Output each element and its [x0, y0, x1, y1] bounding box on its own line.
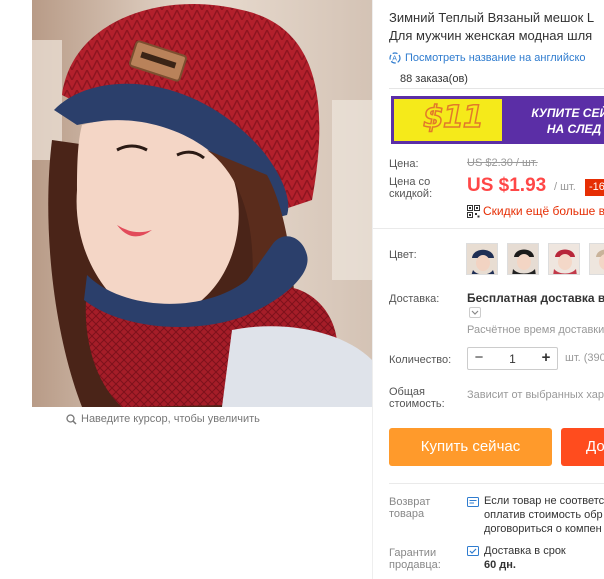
color-swatch-beige-image [590, 244, 604, 274]
buy-now-button[interactable]: Купить сейчас [389, 428, 552, 466]
promo-banner[interactable]: $11 КУПИТЕ СЕЙЧ НА СЛЕД [391, 96, 604, 144]
seller-guarantees-text-line2: 60 дн. [484, 559, 516, 571]
discount-price-label-line2: скидкой: [389, 188, 433, 200]
stock-available: шт. (390 [565, 352, 604, 364]
zoom-hint: Наведите курсор, чтобы увеличить [66, 413, 260, 425]
original-price: US $2.30 / шт. [467, 157, 538, 169]
seller-guarantees-text: Доставка в срок 60 дн. [484, 544, 566, 572]
discount-badge: -16 [585, 179, 604, 196]
seller-guarantees-label-line2: продавца: [389, 559, 441, 571]
quantity-increase-button[interactable]: + [535, 348, 557, 369]
color-swatch-red[interactable] [548, 243, 580, 275]
quantity-decrease-button[interactable]: − [468, 348, 490, 369]
product-title-line1: Зимний Теплый Вязаный мешок L [389, 10, 595, 25]
quantity-input[interactable]: 1 [490, 352, 535, 366]
color-swatch-navy[interactable] [466, 243, 498, 275]
product-photo-illustration [32, 0, 372, 407]
coupons-link[interactable]: Скидки ещё больше в п [467, 204, 604, 218]
qr-code-icon [467, 204, 480, 218]
product-details-panel: Зимний Теплый Вязаный мешок L Для мужчин… [372, 0, 604, 579]
return-policy-text: Если товар не соответс оплатив стоимость… [484, 494, 604, 536]
promo-banner-price: $11 [422, 99, 484, 136]
discount-price: US $1.93 [467, 175, 547, 196]
section-divider [389, 483, 604, 484]
orders-count: 88 заказа(ов) [400, 73, 468, 85]
product-gallery: Наведите курсор, чтобы увеличить [0, 0, 372, 579]
color-swatch-black[interactable] [507, 243, 539, 275]
return-policy-text-line1: Если товар не соответс [484, 495, 604, 507]
color-label: Цвет: [389, 249, 417, 261]
product-main-image[interactable] [32, 0, 372, 407]
orders-row: 88 заказа(ов) [389, 67, 604, 89]
add-to-cart-button[interactable]: До [561, 428, 604, 466]
discount-price-label-line1: Цена со [389, 176, 431, 188]
translate-icon: A [389, 52, 401, 64]
color-swatch-navy-image [467, 244, 497, 274]
shipping-dropdown[interactable] [469, 307, 481, 318]
discount-price-label: Цена со скидкой: [389, 176, 432, 200]
shipping-method[interactable]: Бесплатная доставка в Ru [467, 291, 604, 305]
color-swatch-beige[interactable] [589, 243, 604, 275]
promo-banner-line2: НА СЛЕД [546, 122, 602, 136]
total-cost-note: Зависит от выбранных хар [467, 389, 604, 401]
price-label: Цена: [389, 158, 419, 170]
product-title-line2: Для мужчин женская модная шля [389, 28, 593, 43]
on-time-delivery-icon [467, 546, 479, 556]
seller-guarantees-text-line1: Доставка в срок [484, 545, 566, 557]
return-policy-text-line2: оплатив стоимость обр [484, 509, 603, 521]
shipping-label: Доставка: [389, 293, 440, 305]
return-policy-label-line1: Возврат [389, 496, 431, 508]
product-title: Зимний Теплый Вязаный мешок L Для мужчин… [389, 9, 604, 45]
product-info-header: Зимний Теплый Вязаный мешок L Для мужчин… [373, 0, 604, 229]
svg-text:A: A [392, 56, 397, 63]
coupons-text: Скидки ещё больше в п [483, 204, 604, 218]
seller-guarantees-label: Гарантии продавца: [389, 547, 441, 571]
color-swatch-black-image [508, 244, 538, 274]
return-policy-icon [467, 497, 479, 507]
zoom-hint-text: Наведите курсор, чтобы увеличить [81, 413, 260, 425]
quantity-label: Количество: [389, 354, 452, 366]
return-policy-label: Возврат товара [389, 496, 430, 520]
return-policy-text-line3: договориться о компен [484, 523, 602, 535]
magnifier-icon [66, 413, 77, 425]
return-policy-label-line2: товара [389, 508, 425, 520]
promo-banner-line1: КУПИТЕ СЕЙЧ [531, 106, 604, 120]
view-english-title-link[interactable]: A Посмотреть название на английско [389, 52, 586, 64]
promo-banner-text: КУПИТЕ СЕЙЧ НА СЛЕД [519, 105, 604, 137]
total-cost-label: Общая стоимость: [389, 386, 445, 410]
total-cost-label-line2: стоимость: [389, 398, 445, 410]
total-cost-label-line1: Общая [389, 386, 425, 398]
seller-guarantees-label-line1: Гарантии [389, 547, 437, 559]
chevron-down-icon [471, 310, 479, 315]
view-english-title-text: Посмотреть название на английско [405, 52, 586, 64]
delivery-time: Расчётное время доставки [467, 324, 604, 336]
price-per-unit: / шт. [554, 181, 576, 193]
quantity-stepper: − 1 + [467, 347, 558, 370]
color-swatch-red-image [549, 244, 579, 274]
